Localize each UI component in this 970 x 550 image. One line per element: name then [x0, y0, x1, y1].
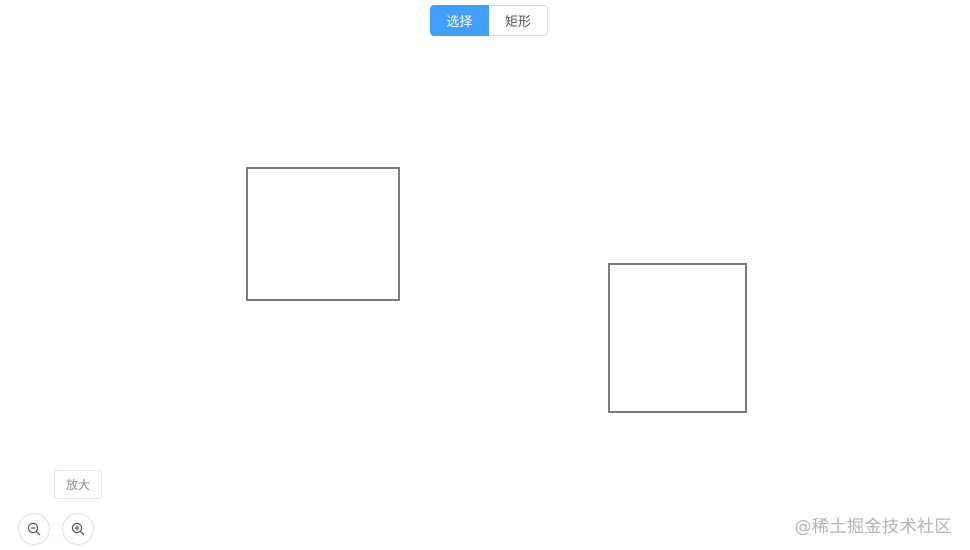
rectangle-shape[interactable]	[608, 263, 747, 413]
drawing-canvas[interactable]: 选择 矩形 放大 @稀土掘金技术社区	[0, 0, 970, 550]
zoom-out-icon	[27, 522, 41, 536]
zoom-in-icon	[71, 522, 85, 536]
rectangle-mode-button[interactable]: 矩形	[489, 5, 548, 36]
select-mode-button[interactable]: 选择	[430, 5, 489, 36]
rectangle-shape[interactable]	[246, 167, 400, 301]
zoom-out-button[interactable]	[18, 513, 50, 545]
mode-toggle: 选择 矩形	[430, 5, 548, 36]
zoom-in-tooltip: 放大	[54, 470, 102, 499]
zoom-in-button[interactable]	[62, 513, 94, 545]
watermark-text: @稀土掘金技术社区	[794, 517, 952, 537]
